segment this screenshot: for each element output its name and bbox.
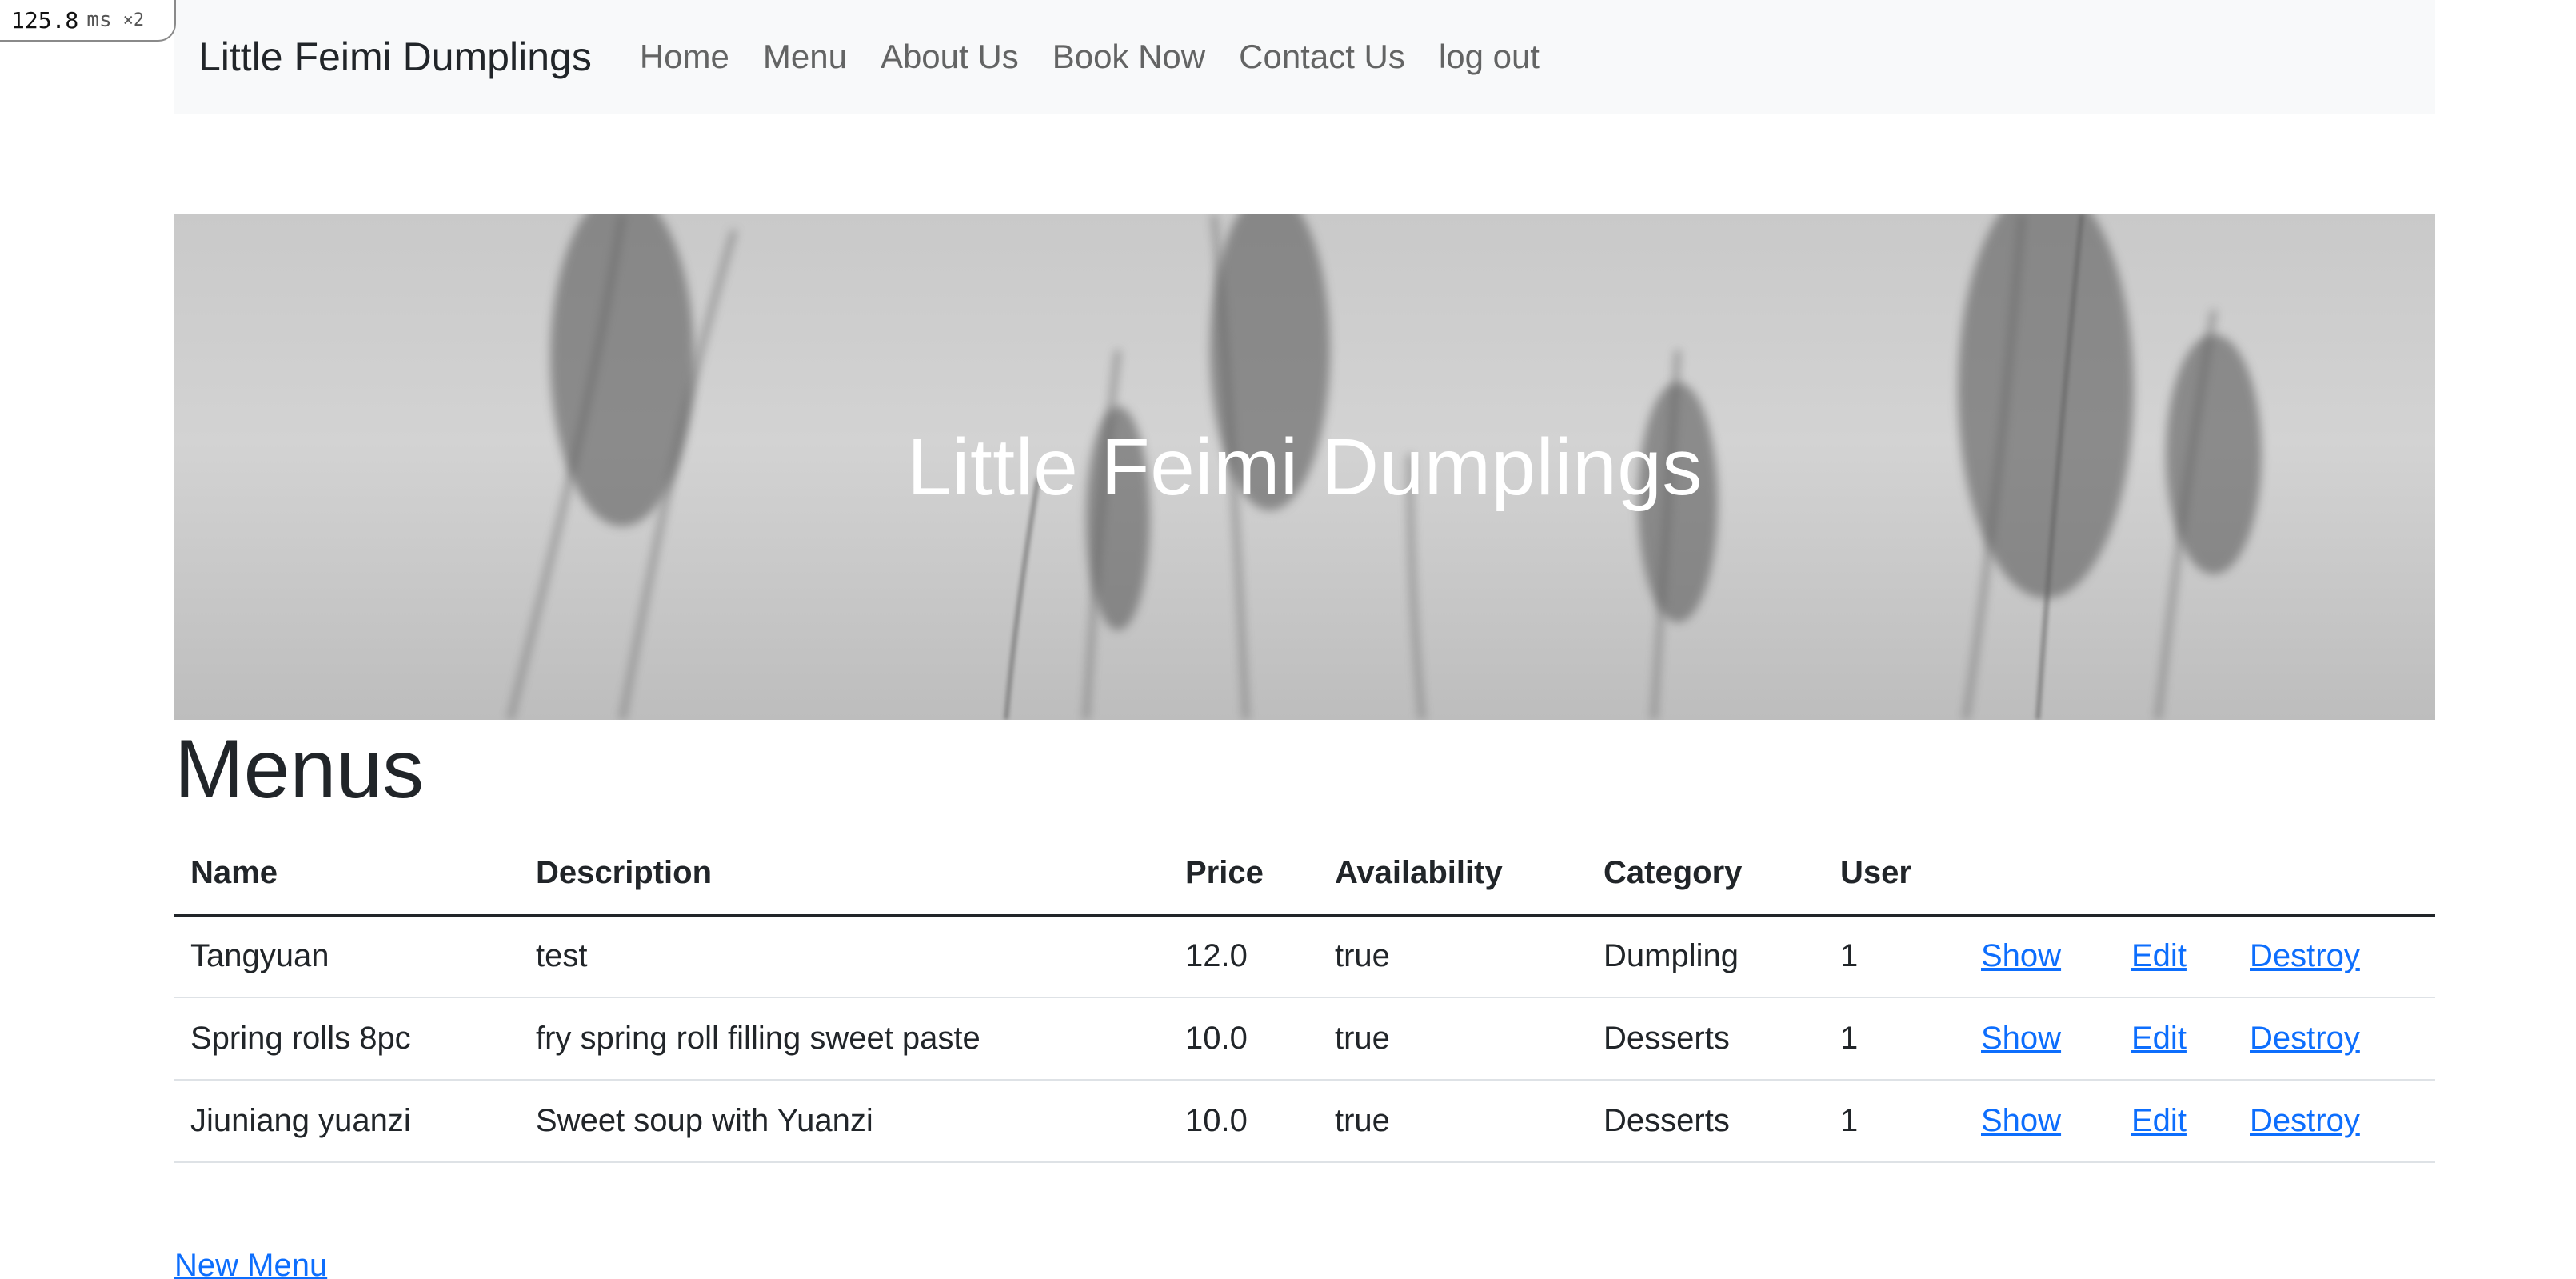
cell-user: 1 <box>1824 997 1965 1081</box>
destroy-link[interactable]: Destroy <box>2250 1103 2360 1138</box>
cell-price: 10.0 <box>1169 1080 1319 1163</box>
cell-category: Dumpling <box>1588 915 1824 998</box>
edit-link[interactable]: Edit <box>2131 938 2187 973</box>
cell-description: test <box>520 915 1169 998</box>
nav-link-log-out[interactable]: log out <box>1439 38 1540 76</box>
column-header-price: Price <box>1169 832 1319 917</box>
table-header-row: Name Description Price Availability Cate… <box>174 832 2435 917</box>
cell-description: fry spring roll filling sweet paste <box>520 997 1169 1081</box>
cell-edit: Edit <box>2115 915 2234 998</box>
new-menu-link[interactable]: New Menu <box>174 1248 327 1279</box>
cell-show: Show <box>1965 1080 2115 1163</box>
cell-user: 1 <box>1824 1080 1965 1163</box>
destroy-link[interactable]: Destroy <box>2250 1021 2360 1056</box>
cell-name: Tangyuan <box>174 915 520 998</box>
hero-banner: Little Feimi Dumplings <box>174 214 2435 720</box>
page-title: Menus <box>174 723 425 816</box>
cell-edit: Edit <box>2115 997 2234 1081</box>
destroy-link[interactable]: Destroy <box>2250 938 2360 973</box>
cell-name: Spring rolls 8pc <box>174 997 520 1081</box>
cell-show: Show <box>1965 997 2115 1081</box>
column-header-user: User <box>1824 832 1965 917</box>
cell-user: 1 <box>1824 915 1965 998</box>
cell-destroy: Destroy <box>2234 997 2435 1081</box>
column-header-edit <box>2115 832 2234 917</box>
table-row: Tangyuan test 12.0 true Dumpling 1 Show … <box>174 915 2435 998</box>
table-row: Spring rolls 8pc fry spring roll filling… <box>174 997 2435 1081</box>
column-header-destroy <box>2234 832 2435 917</box>
timing-badge: 125.8 ms ×2 <box>0 0 176 42</box>
show-link[interactable]: Show <box>1981 1103 2061 1138</box>
cell-destroy: Destroy <box>2234 1080 2435 1163</box>
nav-link-about-us[interactable]: About Us <box>881 38 1019 76</box>
show-link[interactable]: Show <box>1981 938 2061 973</box>
navbar: Little Feimi Dumplings Home Menu About U… <box>174 0 2435 114</box>
nav-link-book-now[interactable]: Book Now <box>1052 38 1205 76</box>
table-row: Jiuniang yuanzi Sweet soup with Yuanzi 1… <box>174 1080 2435 1163</box>
cell-availability: true <box>1319 1080 1588 1163</box>
cell-category: Desserts <box>1588 997 1824 1081</box>
menus-table: Name Description Price Availability Cate… <box>174 832 2435 1163</box>
timing-unit: ms <box>86 8 112 32</box>
cell-destroy: Destroy <box>2234 915 2435 998</box>
edit-link[interactable]: Edit <box>2131 1021 2187 1056</box>
cell-show: Show <box>1965 915 2115 998</box>
edit-link[interactable]: Edit <box>2131 1103 2187 1138</box>
timing-value: 125.8 <box>11 6 79 34</box>
navbar-brand[interactable]: Little Feimi Dumplings <box>198 34 592 80</box>
cell-description: Sweet soup with Yuanzi <box>520 1080 1169 1163</box>
cell-availability: true <box>1319 915 1588 998</box>
cell-price: 10.0 <box>1169 997 1319 1081</box>
timing-multiplier: ×2 <box>122 10 145 30</box>
nav-link-home[interactable]: Home <box>640 38 729 76</box>
cell-edit: Edit <box>2115 1080 2234 1163</box>
cell-price: 12.0 <box>1169 915 1319 998</box>
nav-links: Home Menu About Us Book Now Contact Us l… <box>640 38 1540 76</box>
column-header-availability: Availability <box>1319 832 1588 917</box>
column-header-description: Description <box>520 832 1169 917</box>
column-header-show <box>1965 832 2115 917</box>
cell-category: Desserts <box>1588 1080 1824 1163</box>
column-header-category: Category <box>1588 832 1824 917</box>
hero-title: Little Feimi Dumplings <box>907 422 1703 512</box>
cell-name: Jiuniang yuanzi <box>174 1080 520 1163</box>
nav-link-contact-us[interactable]: Contact Us <box>1239 38 1405 76</box>
nav-link-menu[interactable]: Menu <box>763 38 847 76</box>
cell-availability: true <box>1319 997 1588 1081</box>
column-header-name: Name <box>174 832 520 917</box>
show-link[interactable]: Show <box>1981 1021 2061 1056</box>
